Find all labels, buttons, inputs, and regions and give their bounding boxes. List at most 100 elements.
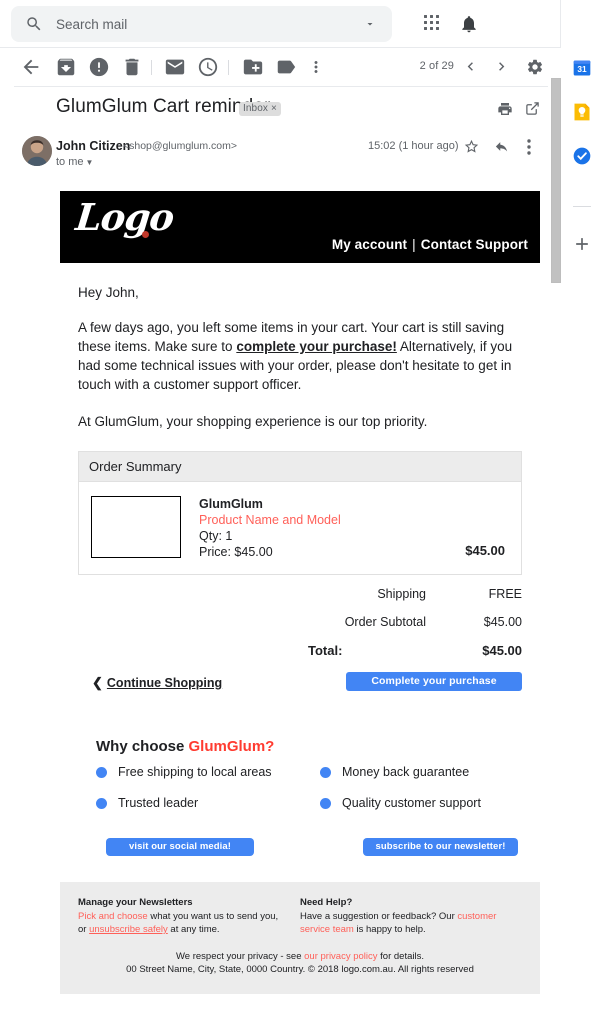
chevron-right-icon[interactable] [493, 58, 510, 75]
gear-icon[interactable] [526, 58, 544, 76]
label-chip-text: Inbox [243, 103, 268, 114]
recipients-toggle[interactable]: to me ▼ [56, 156, 93, 168]
toolbar-separator-2 [228, 60, 229, 75]
email-body: Logo My account | Contact Support Hey John… [60, 191, 540, 994]
page-count: 2 of 29 [419, 60, 454, 72]
order-summary: Order Summary GlumGlum Product Name and … [78, 451, 522, 575]
subject-row: GlumGlum Cart reminder Inbox × [0, 96, 560, 126]
toolbar-divider [14, 86, 548, 87]
grid-apps-icon[interactable] [424, 15, 442, 33]
intro-paragraph: A few days ago, you left some items in y… [78, 318, 522, 394]
search-input[interactable] [56, 16, 364, 32]
continue-shopping-link[interactable]: ❮ Continue Shopping [92, 675, 222, 691]
privacy-policy-link[interactable]: our privacy policy [304, 951, 377, 962]
footer-heading-newsletters: Manage your Newsletters [78, 897, 193, 908]
benefit-item: Quality customer support [320, 796, 536, 810]
footer-column-newsletters: Manage your Newsletters Pick and choose … [78, 896, 300, 936]
logo-dot [142, 231, 149, 238]
svg-text:31: 31 [577, 64, 587, 74]
message-timestamp: 15:02 (1 hour ago) [368, 140, 459, 152]
search-box[interactable] [11, 6, 392, 42]
snooze-clock-icon[interactable] [197, 56, 219, 78]
benefit-item: Trusted leader [96, 796, 320, 810]
priority-paragraph: At GlumGlum, your shopping experience is… [78, 414, 428, 429]
star-icon[interactable] [464, 139, 479, 154]
product-info: GlumGlum Product Name and Model Qty: 1 P… [199, 496, 341, 560]
footer-fine-print: We respect your privacy - see our privac… [78, 950, 522, 976]
shipping-value: FREE [488, 587, 522, 601]
order-line-item: GlumGlum Product Name and Model Qty: 1 P… [78, 481, 522, 575]
plus-icon[interactable] [572, 234, 592, 254]
product-name: Product Name and Model [199, 513, 341, 527]
message-toolbar: 2 of 29 [0, 48, 560, 86]
subscribe-newsletter-button[interactable]: subscribe to our newsletter! [363, 838, 518, 856]
my-account-link[interactable]: My account [332, 237, 407, 252]
benefit-label: Money back guarantee [342, 765, 470, 779]
order-cta-row: ❮ Continue Shopping Complete your purchas… [78, 672, 522, 706]
scrollbar-thumb[interactable] [551, 78, 561, 283]
product-qty: Qty: 1 [199, 529, 233, 543]
footer-text-1: what you want us to send you, [147, 911, 279, 922]
open-in-new-window-icon[interactable] [525, 101, 540, 116]
footer-text-2: or [78, 924, 90, 935]
back-arrow-icon[interactable] [20, 56, 42, 78]
close-icon[interactable]: × [271, 103, 277, 114]
benefit-label: Quality customer support [342, 796, 481, 810]
footer-column-help: Need Help? Have a suggestion or feedback… [300, 896, 522, 936]
chevron-left-icon: ❮ [92, 675, 103, 690]
privacy-line: We respect your privacy - see our privac… [78, 950, 522, 963]
complete-purchase-link[interactable]: complete your purchase! [236, 339, 397, 354]
report-spam-icon[interactable] [88, 56, 110, 78]
complete-purchase-button[interactable]: Complete your purchase [346, 672, 522, 691]
footer-help-part-2: is happy to help. [353, 924, 426, 935]
label-tag-icon[interactable] [275, 56, 297, 78]
bullet-icon [320, 766, 331, 778]
move-to-folder-icon[interactable] [242, 56, 264, 78]
footer-text-3: at any time. [167, 924, 220, 935]
trash-icon[interactable] [121, 56, 143, 78]
chevron-down-icon: ▼ [85, 158, 94, 167]
label-chip-inbox[interactable]: Inbox × [239, 102, 281, 116]
search-icon [27, 17, 41, 31]
why-choose-prefix: Why choose [96, 738, 189, 755]
benefit-item: Money back guarantee [320, 765, 536, 779]
subtotal-label: Order Subtotal [344, 615, 426, 629]
subtotal-value: $45.00 [483, 615, 522, 629]
reply-arrow-icon[interactable] [493, 139, 510, 154]
banner-links: My account | Contact Support [332, 237, 528, 252]
email-banner: Logo My account | Contact Support [60, 191, 540, 263]
footer-help-text: Have a suggestion or feedback? Our custo… [300, 910, 522, 936]
google-tasks-icon[interactable] [572, 146, 592, 166]
brand-logo: Logo [73, 195, 176, 239]
benefit-label: Free shipping to local areas [118, 765, 272, 779]
product-line-total: $45.00 [465, 543, 505, 558]
chevron-left-icon[interactable] [462, 58, 479, 75]
privacy-part-1: We respect your privacy - see [176, 951, 305, 962]
why-choose-heading: Why choose GlumGlum? [96, 738, 522, 755]
unsubscribe-link[interactable]: unsubscribe safely [89, 924, 168, 935]
visit-social-media-button[interactable]: visit our social media! [106, 838, 254, 856]
bell-icon[interactable] [459, 13, 479, 35]
google-calendar-icon[interactable]: 31 [572, 58, 592, 78]
archive-icon[interactable] [55, 56, 77, 78]
benefit-item: Free shipping to local areas [96, 765, 320, 779]
google-keep-icon[interactable] [572, 102, 592, 122]
banner-separator: | [412, 237, 416, 252]
mark-unread-icon[interactable] [164, 56, 186, 78]
totals-row-shipping: Shipping FREE [78, 587, 522, 601]
contact-support-link[interactable]: Contact Support [421, 237, 528, 252]
product-image-placeholder [91, 496, 181, 558]
benefit-label: Trusted leader [118, 796, 199, 810]
footer-newsletter-line2: or unsubscribe safely at any time. [78, 923, 300, 936]
totals-row-subtotal: Order Subtotal $45.00 [78, 615, 522, 629]
totals-row-grand: Total: $45.00 [78, 643, 522, 658]
pick-and-choose-link[interactable]: Pick and choose [78, 911, 148, 922]
chevron-down-icon[interactable] [364, 18, 376, 30]
bullet-icon [320, 797, 331, 809]
email-footer: Manage your Newsletters Pick and choose … [60, 882, 540, 994]
more-vertical-icon[interactable] [307, 56, 325, 78]
print-icon[interactable] [497, 101, 513, 117]
why-choose-brand: GlumGlum? [188, 738, 275, 755]
sender-email: <shop@glumglum.com> [123, 140, 237, 152]
more-vertical-icon[interactable] [527, 139, 531, 155]
